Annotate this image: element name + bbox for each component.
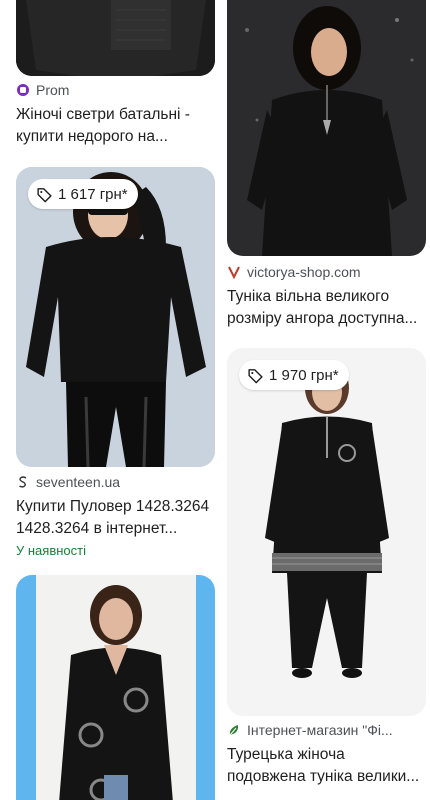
result-source[interactable]: Інтернет-магазин "Фі... <box>227 722 426 738</box>
product-image[interactable] <box>16 0 215 76</box>
title-line-1: Жіночі светри батальні - <box>16 106 190 123</box>
product-image[interactable] <box>227 0 426 256</box>
price-text: 1 970 грн* <box>269 366 339 384</box>
title-line-2: купити недорого на... <box>16 128 168 145</box>
product-image[interactable] <box>16 575 215 800</box>
product-image[interactable]: 1 970 грн* <box>227 348 426 716</box>
result-title[interactable]: Купити Пуловер 1428.3264 1428.3264 в інт… <box>16 496 215 540</box>
title-line-2: розміру ангора доступна... <box>227 310 418 327</box>
result-source[interactable]: Prom <box>16 82 215 98</box>
title-line-1: Купити Пуловер 1428.3264 <box>16 498 210 515</box>
source-name: Prom <box>36 82 70 98</box>
source-name: victorya-shop.com <box>247 264 361 280</box>
result-source[interactable]: seventeen.ua <box>16 474 215 490</box>
title-line-1: Турецька жіноча <box>227 746 345 763</box>
result-source[interactable]: victorya-shop.com <box>227 264 426 280</box>
result-title[interactable]: Жіночі светри батальні - купити недорого… <box>16 104 215 148</box>
price-text: 1 617 грн* <box>58 185 128 203</box>
title-line-2: подовжена туніка велики... <box>227 768 420 785</box>
result-title[interactable]: Турецька жіноча подовжена туніка велики.… <box>227 744 426 788</box>
prom-circle-icon <box>16 83 30 97</box>
title-line-1: Туніка вільна великого <box>227 288 390 305</box>
seventeen-s-icon <box>16 475 30 489</box>
source-name: seventeen.ua <box>36 474 121 490</box>
victorya-v-icon <box>227 265 241 279</box>
title-line-2: 1428.3264 в інтернет... <box>16 520 178 537</box>
shop-leaf-icon <box>227 723 241 737</box>
price-badge: 1 970 грн* <box>239 360 349 390</box>
source-name: Інтернет-магазин "Фі... <box>247 722 393 738</box>
availability-status: У наявності <box>16 543 86 558</box>
price-badge: 1 617 грн* <box>28 179 138 209</box>
price-tag-icon <box>248 368 263 383</box>
product-image[interactable]: 1 617 грн* <box>16 167 215 467</box>
price-tag-icon <box>37 187 52 202</box>
result-title[interactable]: Туніка вільна великого розміру ангора до… <box>227 286 426 330</box>
